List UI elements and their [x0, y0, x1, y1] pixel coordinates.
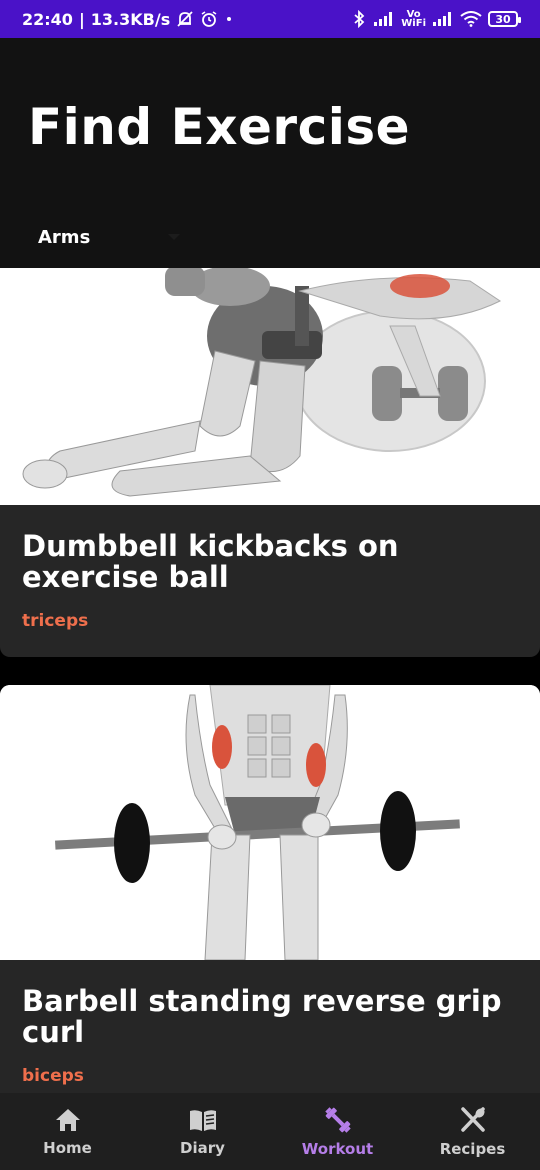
utensils-icon: [459, 1106, 487, 1134]
nav-recipes-label: Recipes: [439, 1139, 506, 1158]
nav-workout[interactable]: Workout: [270, 1093, 405, 1170]
nav-workout-label: Workout: [301, 1139, 374, 1158]
dot-icon: [224, 14, 234, 24]
exercise-muscle-tag: biceps: [22, 1066, 84, 1086]
nav-home-label: Home: [43, 1138, 92, 1157]
battery-icon: 30: [488, 11, 521, 27]
header: Find Exercise Arms: [0, 38, 540, 268]
wifi-icon: [460, 11, 482, 27]
exercise-image: [0, 685, 540, 960]
home-icon: [54, 1107, 82, 1133]
bluetooth-icon: [351, 10, 367, 28]
exercise-card[interactable]: Barbell standing reverse grip curl bicep…: [0, 685, 540, 1093]
vowifi-icon: Vo WiFi: [401, 10, 426, 29]
vowifi-bottom-text: WiFi: [401, 18, 426, 29]
dumbbell-icon: [323, 1106, 353, 1134]
nav-diary[interactable]: Diary: [135, 1093, 270, 1170]
exercise-title: Dumbbell kickbacks on exercise ball: [22, 529, 399, 594]
bottom-nav: Home Diary Workout Recipes: [0, 1093, 540, 1170]
exercise-muscle-tag: triceps: [22, 611, 89, 631]
status-left: 22:40 | 13.3KB/s: [22, 10, 234, 29]
mute-icon: [176, 10, 194, 28]
battery-level: 30: [495, 12, 511, 26]
status-bar: 22:40 | 13.3KB/s Vo WiFi 30: [0, 0, 540, 38]
exercise-title: Barbell standing reverse grip curl: [22, 984, 502, 1049]
exercise-card-body: Dumbbell kickbacks on exercise ball tric…: [0, 505, 540, 657]
status-speed: 13.3KB/s: [90, 9, 171, 29]
category-dropdown[interactable]: Arms: [38, 222, 188, 252]
alarm-icon: [200, 10, 218, 28]
exercise-card[interactable]: Dumbbell kickbacks on exercise ball tric…: [0, 268, 540, 657]
status-time: 22:40: [22, 9, 73, 29]
status-right: Vo WiFi 30: [351, 10, 521, 29]
chevron-down-icon: [168, 234, 180, 241]
exercise-image: [0, 268, 540, 505]
category-selected-label: Arms: [38, 226, 91, 248]
nav-recipes[interactable]: Recipes: [405, 1093, 540, 1170]
book-icon: [188, 1107, 218, 1133]
exercise-list[interactable]: Dumbbell kickbacks on exercise ball tric…: [0, 268, 540, 1093]
signal-icon: [373, 11, 395, 27]
status-separator: |: [78, 9, 85, 29]
exercise-card-body: Barbell standing reverse grip curl bicep…: [0, 960, 540, 1093]
nav-home[interactable]: Home: [0, 1093, 135, 1170]
signal-icon: [432, 11, 454, 27]
nav-diary-label: Diary: [180, 1138, 225, 1157]
page-title: Find Exercise: [28, 98, 411, 156]
